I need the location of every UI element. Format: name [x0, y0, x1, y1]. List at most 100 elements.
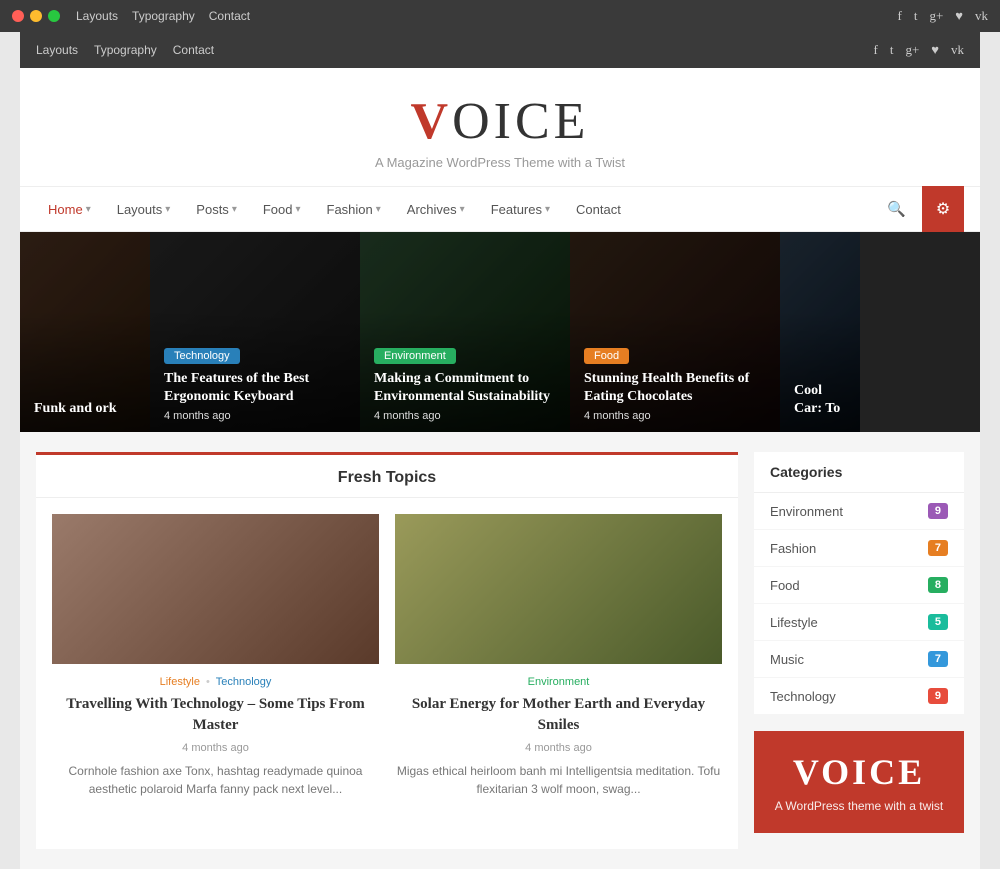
nav-gear-button[interactable]: ⚙: [922, 186, 964, 232]
category-technology-count: 9: [928, 688, 948, 704]
slide-2-meta: 4 months ago: [164, 410, 346, 422]
slide-4-badge: Food: [584, 348, 629, 364]
gear-icon: ⚙: [936, 199, 950, 219]
category-lifestyle-count: 5: [928, 614, 948, 630]
promo-logo: VOICE: [770, 751, 948, 793]
slide-1[interactable]: Funk and ork: [20, 232, 150, 432]
category-lifestyle-label: Lifestyle: [770, 615, 818, 630]
sidebar: Categories Environment 9 Fashion 7 Food …: [754, 452, 964, 849]
category-environment[interactable]: Environment 9: [754, 493, 964, 530]
article-1-title[interactable]: Travelling With Technology – Some Tips F…: [52, 694, 379, 736]
slide-4-title: Stunning Health Benefits of Eating Choco…: [584, 370, 766, 406]
nav-item-posts[interactable]: Posts ▾: [184, 186, 249, 232]
top-vk-icon[interactable]: vk: [951, 42, 964, 58]
article-2-categories: Environment: [395, 676, 722, 688]
hero-slider: Funk and ork Technology The Features of …: [20, 232, 980, 432]
slide-3[interactable]: Environment Making a Commitment to Envir…: [360, 232, 570, 432]
logo-rest: OICE: [452, 93, 589, 150]
voice-promo-widget[interactable]: VOICE A WordPress theme with a twist: [754, 731, 964, 833]
promo-tag: A WordPress theme with a twist: [770, 799, 948, 813]
slide-3-badge: Environment: [374, 348, 456, 364]
top-twitter-icon[interactable]: t: [890, 42, 894, 58]
nav-archives-arrow: ▾: [460, 204, 465, 215]
nav-archives-label: Archives: [407, 202, 457, 217]
nav-item-fashion[interactable]: Fashion ▾: [315, 186, 393, 232]
article-1-excerpt: Cornhole fashion axe Tonx, hashtag ready…: [52, 762, 379, 798]
slide-4-meta: 4 months ago: [584, 410, 766, 422]
article-2-title[interactable]: Solar Energy for Mother Earth and Everyd…: [395, 694, 722, 736]
browser-nav-typography[interactable]: Typography: [132, 9, 195, 23]
category-music[interactable]: Music 7: [754, 641, 964, 678]
slide-3-title: Making a Commitment to Environmental Sus…: [374, 370, 556, 406]
top-gplus-icon[interactable]: g+: [905, 42, 919, 58]
article-2-excerpt: Migas ethical heirloom banh mi Intellige…: [395, 762, 722, 798]
top-bar: Layouts Typography Contact f t g+ ♥ vk: [20, 32, 980, 68]
article-1-image[interactable]: [52, 514, 379, 664]
browser-nav-contact[interactable]: Contact: [209, 9, 250, 23]
slide-4-content: Food Stunning Health Benefits of Eating …: [570, 336, 780, 432]
twitter-icon[interactable]: t: [914, 8, 918, 24]
facebook-icon[interactable]: f: [897, 8, 901, 24]
slide-5[interactable]: Cool Car: To: [780, 232, 860, 432]
traffic-lights: [12, 10, 60, 22]
slide-2-title: The Features of the Best Ergonomic Keybo…: [164, 370, 346, 406]
categories-widget: Categories Environment 9 Fashion 7 Food …: [754, 452, 964, 715]
nav-item-features[interactable]: Features ▾: [479, 186, 562, 232]
nav-home-arrow: ▾: [86, 204, 91, 215]
slide-2[interactable]: Technology The Features of the Best Ergo…: [150, 232, 360, 432]
slide-3-content: Environment Making a Commitment to Envir…: [360, 336, 570, 432]
nav-item-contact[interactable]: Contact: [564, 186, 633, 232]
slide-4[interactable]: Food Stunning Health Benefits of Eating …: [570, 232, 780, 432]
article-2-image[interactable]: [395, 514, 722, 664]
instagram-icon[interactable]: ♥: [955, 8, 963, 24]
article-2-cat1[interactable]: Environment: [528, 676, 590, 688]
fresh-topics-header: Fresh Topics: [36, 452, 738, 498]
browser-top-nav: Layouts Typography Contact: [76, 9, 897, 23]
top-bar-typography[interactable]: Typography: [94, 43, 157, 57]
browser-nav-layouts[interactable]: Layouts: [76, 9, 118, 23]
vk-icon[interactable]: vk: [975, 8, 988, 24]
article-1-categories: Lifestyle • Technology: [52, 676, 379, 688]
maximize-button[interactable]: [48, 10, 60, 22]
top-bar-contact[interactable]: Contact: [173, 43, 214, 57]
category-music-label: Music: [770, 652, 804, 667]
content-area: Fresh Topics Lifestyle • Technology Trav…: [20, 432, 980, 869]
nav-item-home[interactable]: Home ▾: [36, 186, 103, 232]
top-bar-layouts[interactable]: Layouts: [36, 43, 78, 57]
nav-fashion-arrow: ▾: [376, 204, 381, 215]
category-food[interactable]: Food 8: [754, 567, 964, 604]
nav-item-food[interactable]: Food ▾: [251, 186, 313, 232]
google-plus-icon[interactable]: g+: [929, 8, 943, 24]
category-food-label: Food: [770, 578, 800, 593]
category-lifestyle[interactable]: Lifestyle 5: [754, 604, 964, 641]
nav-item-layouts[interactable]: Layouts ▾: [105, 186, 183, 232]
category-technology[interactable]: Technology 9: [754, 678, 964, 715]
nav-item-archives[interactable]: Archives ▾: [395, 186, 477, 232]
nav-fashion-label: Fashion: [327, 202, 373, 217]
top-instagram-icon[interactable]: ♥: [931, 42, 939, 58]
category-environment-count: 9: [928, 503, 948, 519]
site-logo[interactable]: VOICE: [20, 92, 980, 151]
slide-1-content: Funk and ork: [20, 390, 150, 432]
top-facebook-icon[interactable]: f: [873, 42, 877, 58]
category-list: Environment 9 Fashion 7 Food 8 Lifestyle…: [754, 493, 964, 715]
close-button[interactable]: [12, 10, 24, 22]
nav-food-arrow: ▾: [295, 204, 300, 215]
site-wrapper: Layouts Typography Contact f t g+ ♥ vk V…: [20, 32, 980, 869]
nav-search-button[interactable]: 🔍: [879, 200, 914, 219]
browser-social-icons: f t g+ ♥ vk: [897, 8, 988, 24]
nav-layouts-arrow: ▾: [165, 204, 170, 215]
category-environment-label: Environment: [770, 504, 843, 519]
minimize-button[interactable]: [30, 10, 42, 22]
nav-features-arrow: ▾: [545, 204, 550, 215]
fresh-topics-section: Fresh Topics Lifestyle • Technology Trav…: [36, 452, 738, 849]
category-technology-label: Technology: [770, 689, 836, 704]
article-1-date: 4 months ago: [52, 742, 379, 754]
nav-layouts-label: Layouts: [117, 202, 163, 217]
nav-items: Home ▾ Layouts ▾ Posts ▾ Food ▾ Fashion …: [36, 186, 914, 232]
top-bar-social: f t g+ ♥ vk: [873, 42, 964, 58]
article-1-cat1[interactable]: Lifestyle: [160, 676, 200, 688]
nav-food-label: Food: [263, 202, 293, 217]
category-fashion[interactable]: Fashion 7: [754, 530, 964, 567]
article-1-cat2[interactable]: Technology: [216, 676, 272, 688]
